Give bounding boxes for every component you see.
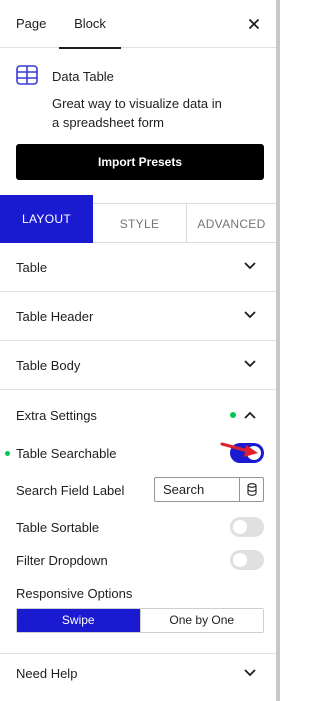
section-label: Table Header (16, 309, 94, 324)
scrollbar-thumb[interactable] (276, 0, 280, 701)
extra-settings-header[interactable]: Extra Settings (0, 390, 276, 440)
chevron-down-icon (244, 669, 256, 677)
tab-advanced[interactable]: ADVANCED (186, 203, 276, 243)
responsive-option-swipe[interactable]: Swipe (17, 609, 140, 632)
block-settings-panel: Page Block Data Table Great way to visua… (0, 0, 276, 701)
scrollbar[interactable] (276, 0, 280, 701)
chevron-down-icon (244, 360, 256, 368)
import-presets-button[interactable]: Import Presets (16, 144, 264, 180)
chevron-down-icon (244, 262, 256, 270)
toggle-knob (233, 553, 247, 567)
search-field-label-label: Search Field Label (16, 483, 125, 498)
filter-dropdown-toggle[interactable] (230, 550, 264, 570)
search-field-label-input-group (154, 477, 264, 502)
filter-dropdown-label: Filter Dropdown (16, 553, 108, 568)
tab-style[interactable]: STYLE (93, 203, 186, 243)
sidebar-tabs: Page Block (0, 0, 276, 49)
annotation-arrow-icon (220, 442, 258, 457)
tab-page[interactable]: Page (16, 0, 46, 48)
block-card: Data Table Great way to visualize data i… (0, 49, 276, 195)
section-label: Need Help (16, 666, 78, 681)
block-title: Data Table (52, 69, 114, 84)
search-field-label-input[interactable] (155, 478, 239, 501)
responsive-options-label: Responsive Options (16, 586, 133, 601)
close-button[interactable] (244, 14, 264, 34)
chevron-up-icon (244, 411, 256, 419)
dynamic-data-button[interactable] (239, 478, 263, 501)
table-sortable-toggle[interactable] (230, 517, 264, 537)
responsive-option-one-by-one[interactable]: One by One (139, 609, 263, 632)
section-label: Extra Settings (16, 408, 97, 423)
section-table-body[interactable]: Table Body (0, 341, 276, 390)
responsive-options-segmented-control: Swipe One by One (16, 608, 264, 633)
section-need-help[interactable]: Need Help (0, 648, 276, 698)
modified-indicator-dot (230, 412, 236, 418)
section-label: Table Body (16, 358, 81, 373)
section-extra-settings: Extra Settings Table Searchable Search F… (0, 390, 276, 654)
close-icon (248, 18, 260, 30)
chevron-down-icon (244, 311, 256, 319)
table-grid-icon (16, 65, 38, 85)
toggle-knob (233, 520, 247, 534)
settings-mode-tabs: LAYOUT STYLE ADVANCED (0, 195, 276, 243)
section-table-header[interactable]: Table Header (0, 292, 276, 341)
table-searchable-label: Table Searchable (16, 446, 117, 461)
block-description: Great way to visualize data in a spreads… (52, 96, 222, 130)
modified-indicator-dot (5, 451, 10, 456)
tab-block[interactable]: Block (59, 0, 121, 49)
table-sortable-label: Table Sortable (16, 520, 100, 535)
section-table[interactable]: Table (0, 243, 276, 292)
database-icon (247, 483, 257, 496)
tab-layout[interactable]: LAYOUT (0, 195, 93, 243)
section-label: Table (16, 260, 48, 275)
